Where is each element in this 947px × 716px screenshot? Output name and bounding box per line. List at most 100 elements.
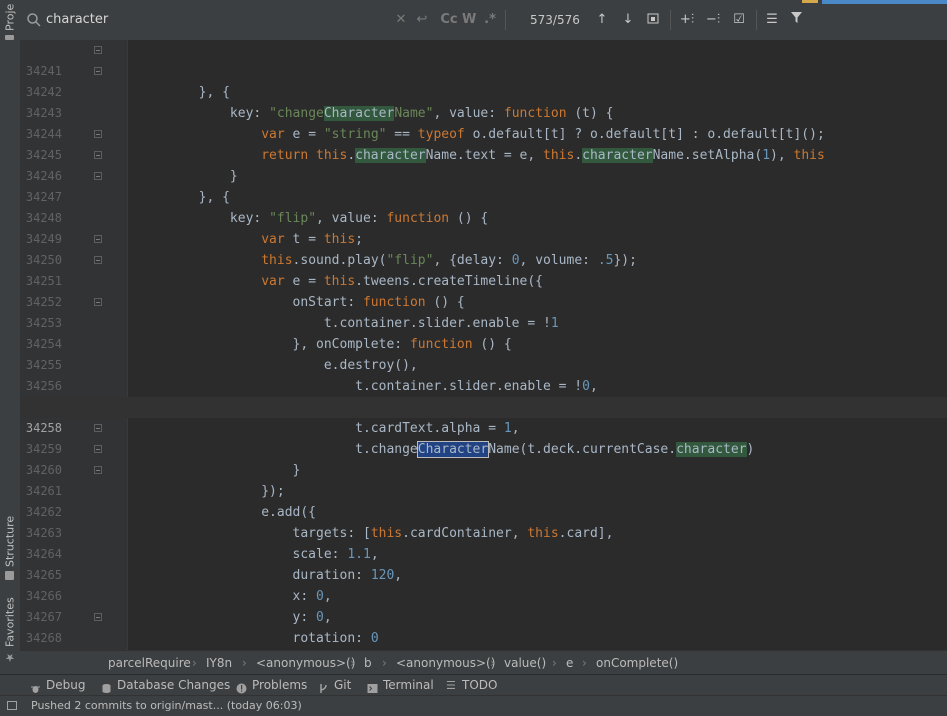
list-icon: ☰ — [446, 679, 456, 692]
select-all-checkbox-icon[interactable]: ☑ — [730, 11, 748, 29]
code-line: 34257 t.cardText.alpha = 1, — [20, 376, 947, 436]
clear-search-icon[interactable]: ✕ — [394, 11, 408, 29]
status-message[interactable]: Pushed 2 commits to origin/mast... (toda… — [31, 696, 302, 716]
code-line: 34252 t.container.slider.enable = !1 — [20, 271, 947, 331]
breadcrumb-item[interactable]: IY8n — [206, 651, 232, 675]
code-line: 34248 var t = this; — [20, 187, 947, 247]
favorites-tab[interactable]: ★ Favorites — [1, 597, 19, 664]
add-occurrence-icon[interactable]: +⫶ — [678, 11, 696, 29]
search-icon[interactable] — [26, 12, 42, 28]
chevron-right-icon: › — [192, 656, 197, 670]
filter-icon[interactable] — [788, 11, 804, 29]
code-line: 34253 }, onComplete: function () { — [20, 292, 947, 352]
regex-button[interactable]: .* — [482, 11, 498, 29]
code-editor[interactable]: 34241 }, { 34242 key: "changeCharacterNa… — [20, 40, 947, 650]
fold-marker[interactable] — [94, 130, 102, 138]
fold-marker[interactable] — [94, 46, 102, 54]
breadcrumb-item[interactable]: parcelRequire — [108, 651, 191, 675]
left-tool-strip: Proje Structure ★ Favorites — [0, 0, 21, 715]
git-tab[interactable]: Git — [318, 675, 351, 696]
fold-marker[interactable] — [94, 424, 102, 432]
database-icon — [101, 680, 112, 693]
chevron-right-icon: › — [552, 656, 557, 670]
code-line: 34241 }, { — [20, 40, 947, 100]
code-line: 34244 return this.characterName.text = e… — [20, 103, 947, 163]
problems-tab[interactable]: Problems — [236, 675, 307, 696]
bug-icon — [30, 680, 41, 693]
remove-occurrence-icon[interactable]: −⫶ — [704, 11, 722, 29]
code-line: 34260 }); — [20, 439, 947, 499]
database-changes-tab[interactable]: Database Changes — [101, 675, 230, 696]
code-line: 34243 var e = "string" == typeof o.defau… — [20, 82, 947, 142]
terminal-tab[interactable]: Terminal — [367, 675, 434, 696]
breadcrumb: parcelRequire › IY8n › <anonymous>() › b… — [20, 650, 947, 675]
code-line: 34249 this.sound.play("flip", {delay: 0,… — [20, 208, 947, 268]
breadcrumb-item[interactable]: value() — [504, 651, 546, 675]
problems-label: Problems — [252, 678, 308, 692]
fold-marker[interactable] — [94, 235, 102, 243]
breadcrumb-item[interactable]: b — [364, 651, 372, 675]
previous-occurrence-icon[interactable]: ↑ — [594, 11, 610, 29]
breadcrumb-item[interactable]: <anonymous>() — [256, 651, 355, 675]
tab-accent-blue — [822, 0, 947, 4]
code-line: 34265 x: 0, — [20, 544, 947, 604]
structure-tab-label: Structure — [3, 515, 17, 567]
code-line: 34269 targets: [this.cardContainer, this… — [20, 628, 947, 649]
fold-marker[interactable] — [94, 172, 102, 180]
code-line: 34259 } — [20, 418, 947, 478]
todo-tab[interactable]: ☰ TODO — [446, 675, 497, 696]
panel-toggle-icon[interactable] — [7, 701, 17, 710]
fold-marker[interactable] — [94, 445, 102, 453]
code-line: 34266 y: 0, — [20, 565, 947, 625]
code-line: 34242 key: "changeCharacterName", value:… — [20, 61, 947, 121]
fold-marker[interactable] — [94, 466, 102, 474]
chevron-right-icon: › — [490, 656, 495, 670]
structure-icon — [5, 571, 15, 580]
structure-tab[interactable]: Structure — [1, 514, 19, 580]
status-bar: Pushed 2 commits to origin/mast... (toda… — [0, 695, 947, 716]
terminal-icon — [367, 680, 378, 693]
code-line: 34246 }, { — [20, 145, 947, 205]
code-line: 34264 duration: 120, — [20, 523, 947, 583]
list-icon[interactable]: ☰ — [764, 11, 780, 29]
next-occurrence-icon[interactable]: ↓ — [620, 11, 636, 29]
code-line: 34262 targets: [this.cardContainer, this… — [20, 481, 947, 541]
code-line: 34255 t.container.slider.enable = !0, — [20, 334, 947, 394]
todo-label: TODO — [462, 678, 498, 692]
code-line: 34254 e.destroy(), — [20, 313, 947, 373]
debug-tab[interactable]: Debug — [30, 675, 85, 696]
database-changes-label: Database Changes — [117, 678, 231, 692]
git-label: Git — [334, 678, 352, 692]
fold-marker[interactable] — [94, 67, 102, 75]
code-line: 34247 key: "flip", value: function () { — [20, 166, 947, 226]
search-input[interactable]: character — [46, 10, 386, 30]
words-button[interactable]: W — [462, 11, 476, 29]
terminal-label: Terminal — [383, 678, 434, 692]
fold-marker[interactable] — [94, 298, 102, 306]
debug-label: Debug — [46, 678, 86, 692]
breadcrumb-item[interactable]: <anonymous>() — [396, 651, 495, 675]
git-branch-icon — [318, 680, 329, 693]
breadcrumb-item[interactable]: onComplete() — [596, 651, 678, 675]
code-line: 34267 rotation: 0 — [20, 586, 947, 646]
code-line-current: 34258 t.changeCharacterName(t.deck.curre… — [20, 397, 947, 458]
match-count: 573/576 — [530, 13, 580, 27]
fold-marker[interactable] — [94, 613, 102, 621]
project-tab[interactable]: Proje — [1, 4, 19, 40]
chevron-right-icon: › — [350, 656, 355, 670]
new-line-icon[interactable]: ↩ — [414, 11, 430, 29]
chevron-right-icon: › — [382, 656, 387, 670]
find-bar: character ✕ ↩ Cc W .* 573/576 ↑ ↓ +⫶ −⫶ … — [20, 0, 947, 41]
separator — [670, 10, 671, 30]
separator — [505, 10, 506, 30]
breadcrumb-item[interactable]: e — [566, 651, 573, 675]
code-line: 34250 var e = this.tweens.createTimeline… — [20, 229, 947, 289]
fold-marker[interactable] — [94, 151, 102, 159]
folder-icon — [5, 35, 15, 40]
fold-marker[interactable] — [94, 256, 102, 264]
match-case-button[interactable]: Cc — [440, 11, 458, 29]
code-line: 34263 scale: 1.1, — [20, 502, 947, 562]
code-line: 34261 e.add({ — [20, 460, 947, 520]
chevron-right-icon: › — [242, 656, 247, 670]
select-all-occurrences-icon[interactable] — [646, 11, 662, 29]
